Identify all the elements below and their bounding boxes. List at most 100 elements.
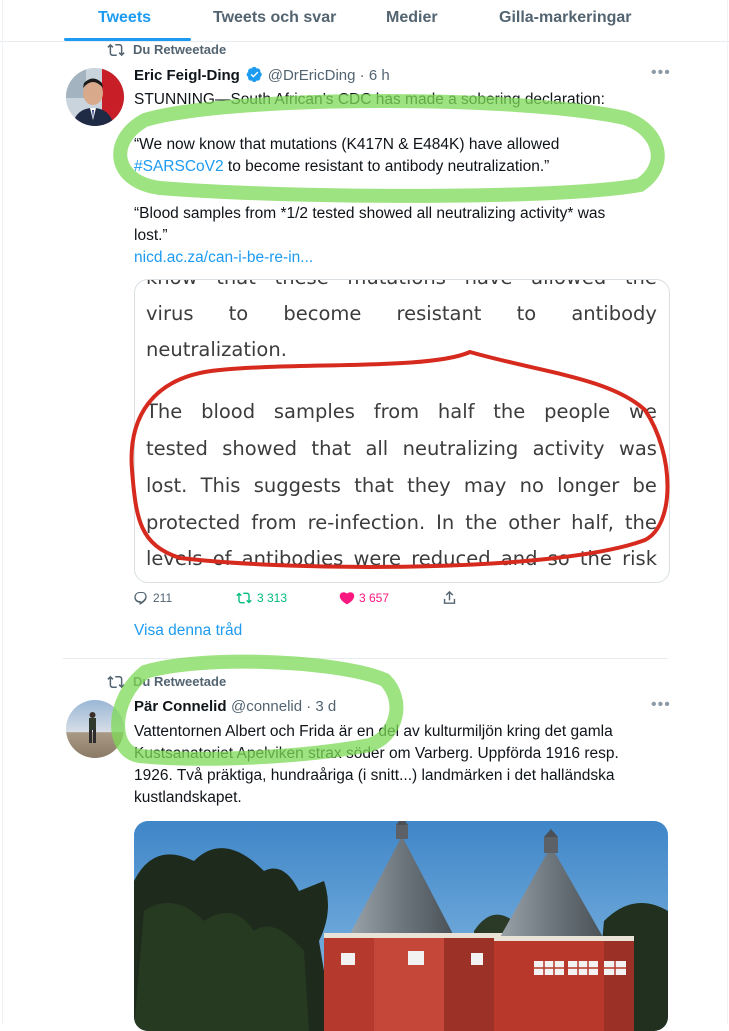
display-name[interactable]: Eric Feigl-Ding bbox=[134, 67, 240, 84]
share-icon bbox=[443, 590, 456, 604]
card-word: they bbox=[407, 474, 451, 497]
share-button[interactable] bbox=[441, 589, 458, 606]
card-word: This bbox=[200, 474, 241, 497]
more-options-icon[interactable]: ••• bbox=[651, 696, 671, 714]
verified-badge-icon bbox=[246, 66, 263, 83]
show-thread-link[interactable]: Visa denna tråd bbox=[134, 620, 242, 642]
card-word: half bbox=[437, 400, 475, 423]
card-word: the bbox=[624, 511, 657, 534]
card-word: tested bbox=[146, 437, 208, 460]
hashtag-link[interactable]: #SARSCoV2 bbox=[134, 158, 224, 175]
card-word: the bbox=[465, 511, 498, 534]
tab-likes[interactable]: Gilla-markeringar bbox=[499, 9, 632, 27]
tab-media[interactable]: Medier bbox=[386, 9, 438, 27]
card-word: of bbox=[212, 547, 232, 570]
tweet-header: Pär Connelid @connelid · 3 d bbox=[134, 698, 336, 716]
reply-icon bbox=[134, 592, 147, 605]
retweeted-label: Du Retweetade bbox=[133, 674, 227, 689]
card-word: lost. bbox=[146, 474, 188, 497]
retweeted-label: Du Retweetade bbox=[133, 42, 227, 57]
card-word: half, bbox=[571, 511, 614, 534]
card-text-line: virus to become resistant to antibody bbox=[146, 302, 657, 325]
tweet-text-line: lost.” bbox=[134, 227, 168, 244]
external-link[interactable]: nicd.ac.za/can-i-be-re-in... bbox=[134, 247, 313, 269]
like-button[interactable]: 3 657 bbox=[339, 590, 389, 606]
attached-image-card[interactable]: know that these mutations have allowed the viru… bbox=[134, 279, 670, 583]
card-word: know bbox=[146, 280, 198, 289]
card-word: antibodies bbox=[241, 547, 344, 570]
avatar[interactable] bbox=[66, 700, 124, 758]
card-word: neutralization. bbox=[146, 338, 287, 361]
card-word: that bbox=[311, 437, 352, 460]
card-word: the bbox=[625, 280, 657, 289]
reply-button[interactable]: 211 bbox=[133, 590, 172, 606]
handle-and-time[interactable]: @connelid · 3 d bbox=[231, 698, 336, 715]
tweet-divider bbox=[63, 658, 668, 659]
card-word: The bbox=[146, 400, 183, 423]
card-word: mutations bbox=[347, 280, 445, 289]
tweet-quote-line: #SARSCoV2 to become resistant to antibod… bbox=[134, 156, 549, 178]
tab-tweets-and-replies[interactable]: Tweets och svar bbox=[213, 9, 336, 27]
tweet-header: Eric Feigl-Ding @DrEricDing · 6 h bbox=[134, 66, 390, 85]
card-text-line: know that these mutations have allowed the bbox=[146, 280, 657, 289]
card-word: risk bbox=[622, 547, 657, 570]
timeline-border-left bbox=[2, 0, 3, 1024]
retweet-icon bbox=[107, 675, 125, 689]
retweet-button[interactable]: 3 313 bbox=[235, 590, 287, 606]
card-word: suggests bbox=[253, 474, 341, 497]
card-text-line: protected from re-infection. In the other half… bbox=[146, 511, 657, 534]
card-word: blood bbox=[201, 400, 256, 423]
card-word: activity bbox=[532, 437, 605, 460]
tweet-text-line: “Blood samples from *1/2 tested showed a… bbox=[134, 205, 606, 222]
card-word: resistant bbox=[396, 302, 482, 325]
card-word: and bbox=[500, 547, 538, 570]
like-count: 3 657 bbox=[359, 591, 390, 605]
handle-and-time[interactable]: @DrEricDing · 6 h bbox=[268, 67, 390, 84]
retweet-count: 3 313 bbox=[257, 591, 288, 605]
tab-tweets[interactable]: Tweets bbox=[98, 9, 151, 27]
avatar[interactable] bbox=[66, 68, 124, 126]
retweet-icon bbox=[107, 43, 125, 57]
attached-photo[interactable] bbox=[134, 821, 668, 1031]
card-word: was bbox=[618, 437, 657, 460]
card-text-line: levels of antibodies were reduced and so the ris… bbox=[146, 547, 657, 570]
card-word: the bbox=[579, 547, 612, 570]
card-word: samples bbox=[273, 400, 355, 423]
reply-count: 211 bbox=[153, 591, 173, 605]
card-word: that bbox=[216, 280, 256, 289]
card-word: may bbox=[463, 474, 507, 497]
card-word: these bbox=[275, 280, 329, 289]
tweet-text-line: 1926. Två präktiga, hundraåriga (i snitt… bbox=[134, 767, 615, 784]
card-word: In bbox=[436, 511, 455, 534]
card-word: so bbox=[547, 547, 570, 570]
card-word: virus bbox=[146, 302, 194, 325]
card-text-line: neutralization. bbox=[146, 338, 657, 361]
card-word: be bbox=[632, 474, 657, 497]
card-word: protected bbox=[146, 511, 241, 534]
card-word: have bbox=[465, 280, 513, 289]
card-word: reduced bbox=[411, 547, 491, 570]
card-word: people bbox=[544, 400, 611, 423]
tweet-text-line: Kustsanatoriet Apelviken strax söder om … bbox=[134, 745, 619, 762]
retweet-icon bbox=[236, 592, 252, 604]
card-word: from bbox=[251, 511, 297, 534]
heart-icon bbox=[339, 592, 355, 605]
card-word: antibody bbox=[571, 302, 657, 325]
tweet-text-line: kustlandskapet. bbox=[134, 789, 242, 806]
tweet-text-line: STUNNING—South African’s CDC has made a … bbox=[134, 91, 605, 108]
card-word: other bbox=[508, 511, 561, 534]
card-word: we bbox=[628, 400, 657, 423]
card-word: all bbox=[365, 437, 389, 460]
card-word: longer bbox=[557, 474, 620, 497]
card-word: the bbox=[493, 400, 526, 423]
card-word: that bbox=[354, 474, 394, 497]
card-word: become bbox=[283, 302, 362, 325]
card-word: to bbox=[516, 302, 537, 325]
tweet-text-line: Vattentornen Albert och Frida är en del … bbox=[134, 723, 613, 740]
card-text-line: The blood samples from half the people we bbox=[146, 400, 657, 423]
card-word: no bbox=[519, 474, 544, 497]
more-options-icon[interactable]: ••• bbox=[651, 64, 671, 82]
card-text-line: lost. This suggests that they may no longer be bbox=[146, 474, 657, 497]
display-name[interactable]: Pär Connelid bbox=[134, 698, 227, 715]
profile-tabs: Tweets Tweets och svar Medier Gilla-mark… bbox=[0, 0, 729, 42]
